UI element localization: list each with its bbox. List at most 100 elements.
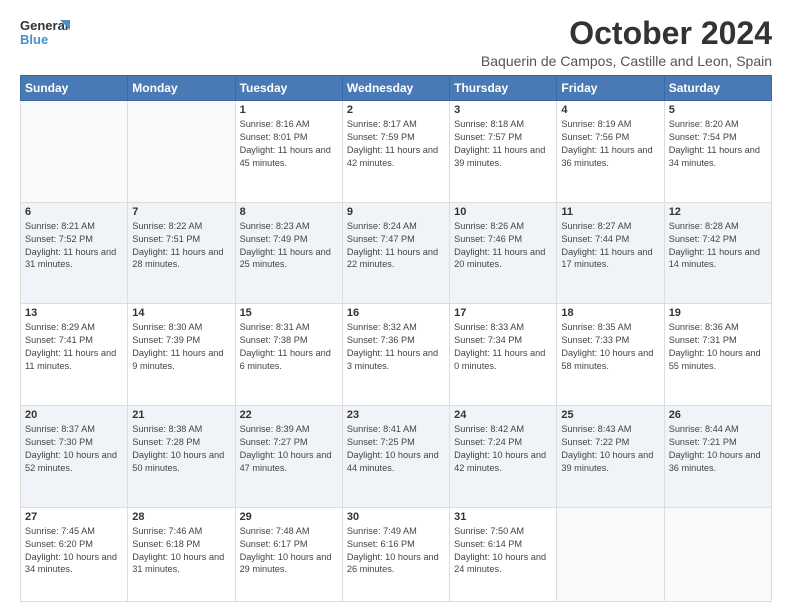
- day-cell: 11 Sunrise: 8:27 AM Sunset: 7:44 PM Dayli…: [557, 202, 664, 304]
- day-number: 30: [347, 511, 445, 523]
- day-detail: Sunrise: 8:26 AM Sunset: 7:46 PM Dayligh…: [454, 220, 552, 272]
- page: General Blue October 2024 Baquerin de Ca…: [0, 0, 792, 612]
- col-sunday: Sunday: [21, 76, 128, 101]
- day-number: 21: [132, 409, 230, 421]
- day-detail: Sunrise: 8:22 AM Sunset: 7:51 PM Dayligh…: [132, 220, 230, 272]
- day-number: 27: [25, 511, 123, 523]
- day-cell: 2Sunrise: 8:17 AM Sunset: 7:59 PM Daylig…: [342, 101, 449, 203]
- col-wednesday: Wednesday: [342, 76, 449, 101]
- day-number: 12: [669, 206, 767, 218]
- day-cell: 19Sunrise: 8:36 AM Sunset: 7:31 PM Dayli…: [664, 304, 771, 406]
- day-detail: Sunrise: 8:27 AM Sunset: 7:44 PM Dayligh…: [561, 220, 659, 272]
- day-cell: [557, 507, 664, 601]
- day-cell: 9Sunrise: 8:24 AM Sunset: 7:47 PM Daylig…: [342, 202, 449, 304]
- day-detail: Sunrise: 7:45 AM Sunset: 6:20 PM Dayligh…: [25, 525, 123, 577]
- day-cell: [21, 101, 128, 203]
- day-detail: Sunrise: 8:32 AM Sunset: 7:36 PM Dayligh…: [347, 321, 445, 373]
- day-number: 23: [347, 409, 445, 421]
- day-number: 24: [454, 409, 552, 421]
- day-detail: Sunrise: 8:42 AM Sunset: 7:24 PM Dayligh…: [454, 423, 552, 475]
- day-number: 22: [240, 409, 338, 421]
- day-number: 28: [132, 511, 230, 523]
- day-cell: 15 Sunrise: 8:31 AM Sunset: 7:38 PM Dayli…: [235, 304, 342, 406]
- day-cell: 17 Sunrise: 8:33 AM Sunset: 7:34 PM Dayli…: [450, 304, 557, 406]
- day-detail: Sunrise: 8:43 AM Sunset: 7:22 PM Dayligh…: [561, 423, 659, 475]
- day-cell: 1 Sunrise: 8:16 AM Sunset: 8:01 PM Daylig…: [235, 101, 342, 203]
- day-number: 14: [132, 307, 230, 319]
- day-detail: Sunrise: 7:48 AM Sunset: 6:17 PM Dayligh…: [240, 525, 338, 577]
- day-number: 20: [25, 409, 123, 421]
- day-cell: [664, 507, 771, 601]
- day-detail: Sunrise: 8:28 AM Sunset: 7:42 PM Dayligh…: [669, 220, 767, 272]
- day-number: 18: [561, 307, 659, 319]
- day-number: 25: [561, 409, 659, 421]
- day-number: 17: [454, 307, 552, 319]
- day-cell: 13Sunrise: 8:29 AM Sunset: 7:41 PM Dayli…: [21, 304, 128, 406]
- header: General Blue October 2024 Baquerin de Ca…: [20, 16, 772, 69]
- day-number: 15: [240, 307, 338, 319]
- week-row-4: 20Sunrise: 8:37 AM Sunset: 7:30 PM Dayli…: [21, 406, 772, 508]
- day-number: 26: [669, 409, 767, 421]
- day-cell: 25 Sunrise: 8:43 AM Sunset: 7:22 PM Dayli…: [557, 406, 664, 508]
- day-number: 1: [240, 104, 338, 116]
- day-cell: 21 Sunrise: 8:38 AM Sunset: 7:28 PM Dayli…: [128, 406, 235, 508]
- day-detail: Sunrise: 8:21 AM Sunset: 7:52 PM Dayligh…: [25, 220, 123, 272]
- day-detail: Sunrise: 8:44 AM Sunset: 7:21 PM Dayligh…: [669, 423, 767, 475]
- day-cell: 30Sunrise: 7:49 AM Sunset: 6:16 PM Dayli…: [342, 507, 449, 601]
- day-number: 2: [347, 104, 445, 116]
- day-number: 8: [240, 206, 338, 218]
- day-detail: Sunrise: 8:39 AM Sunset: 7:27 PM Dayligh…: [240, 423, 338, 475]
- day-detail: Sunrise: 8:23 AM Sunset: 7:49 PM Dayligh…: [240, 220, 338, 272]
- day-cell: 16 Sunrise: 8:32 AM Sunset: 7:36 PM Dayli…: [342, 304, 449, 406]
- logo-svg: General Blue: [20, 16, 70, 52]
- day-detail: Sunrise: 8:20 AM Sunset: 7:54 PM Dayligh…: [669, 118, 767, 170]
- day-detail: Sunrise: 7:46 AM Sunset: 6:18 PM Dayligh…: [132, 525, 230, 577]
- location-title: Baquerin de Campos, Castille and Leon, S…: [481, 53, 772, 69]
- day-detail: Sunrise: 8:16 AM Sunset: 8:01 PM Dayligh…: [240, 118, 338, 170]
- logo: General Blue: [20, 16, 70, 52]
- day-detail: Sunrise: 8:31 AM Sunset: 7:38 PM Dayligh…: [240, 321, 338, 373]
- day-cell: 5 Sunrise: 8:20 AM Sunset: 7:54 PM Daylig…: [664, 101, 771, 203]
- day-detail: Sunrise: 7:50 AM Sunset: 6:14 PM Dayligh…: [454, 525, 552, 577]
- col-saturday: Saturday: [664, 76, 771, 101]
- week-row-2: 6 Sunrise: 8:21 AM Sunset: 7:52 PM Daylig…: [21, 202, 772, 304]
- day-detail: Sunrise: 8:33 AM Sunset: 7:34 PM Dayligh…: [454, 321, 552, 373]
- day-cell: 26 Sunrise: 8:44 AM Sunset: 7:21 PM Dayli…: [664, 406, 771, 508]
- day-cell: 8 Sunrise: 8:23 AM Sunset: 7:49 PM Daylig…: [235, 202, 342, 304]
- day-number: 9: [347, 206, 445, 218]
- day-number: 16: [347, 307, 445, 319]
- day-cell: [128, 101, 235, 203]
- day-cell: 27 Sunrise: 7:45 AM Sunset: 6:20 PM Dayli…: [21, 507, 128, 601]
- week-row-5: 27 Sunrise: 7:45 AM Sunset: 6:20 PM Dayli…: [21, 507, 772, 601]
- day-cell: 6 Sunrise: 8:21 AM Sunset: 7:52 PM Daylig…: [21, 202, 128, 304]
- day-cell: 14 Sunrise: 8:30 AM Sunset: 7:39 PM Dayli…: [128, 304, 235, 406]
- calendar-header-row: Sunday Monday Tuesday Wednesday Thursday…: [21, 76, 772, 101]
- calendar-table: Sunday Monday Tuesday Wednesday Thursday…: [20, 75, 772, 602]
- day-cell: 3Sunrise: 8:18 AM Sunset: 7:57 PM Daylig…: [450, 101, 557, 203]
- day-cell: 29 Sunrise: 7:48 AM Sunset: 6:17 PM Dayli…: [235, 507, 342, 601]
- week-row-1: 1 Sunrise: 8:16 AM Sunset: 8:01 PM Daylig…: [21, 101, 772, 203]
- day-number: 4: [561, 104, 659, 116]
- day-number: 6: [25, 206, 123, 218]
- day-number: 31: [454, 511, 552, 523]
- day-cell: 31 Sunrise: 7:50 AM Sunset: 6:14 PM Dayli…: [450, 507, 557, 601]
- col-monday: Monday: [128, 76, 235, 101]
- day-cell: 23Sunrise: 8:41 AM Sunset: 7:25 PM Dayli…: [342, 406, 449, 508]
- day-number: 29: [240, 511, 338, 523]
- day-detail: Sunrise: 8:38 AM Sunset: 7:28 PM Dayligh…: [132, 423, 230, 475]
- title-block: October 2024 Baquerin de Campos, Castill…: [481, 16, 772, 69]
- day-cell: 10Sunrise: 8:26 AM Sunset: 7:46 PM Dayli…: [450, 202, 557, 304]
- day-number: 5: [669, 104, 767, 116]
- day-number: 11: [561, 206, 659, 218]
- day-number: 7: [132, 206, 230, 218]
- day-cell: 18Sunrise: 8:35 AM Sunset: 7:33 PM Dayli…: [557, 304, 664, 406]
- svg-text:Blue: Blue: [20, 32, 48, 47]
- day-number: 3: [454, 104, 552, 116]
- day-detail: Sunrise: 8:30 AM Sunset: 7:39 PM Dayligh…: [132, 321, 230, 373]
- day-cell: 7 Sunrise: 8:22 AM Sunset: 7:51 PM Daylig…: [128, 202, 235, 304]
- col-thursday: Thursday: [450, 76, 557, 101]
- day-detail: Sunrise: 8:29 AM Sunset: 7:41 PM Dayligh…: [25, 321, 123, 373]
- day-cell: 28 Sunrise: 7:46 AM Sunset: 6:18 PM Dayli…: [128, 507, 235, 601]
- week-row-3: 13Sunrise: 8:29 AM Sunset: 7:41 PM Dayli…: [21, 304, 772, 406]
- day-cell: 22 Sunrise: 8:39 AM Sunset: 7:27 PM Dayli…: [235, 406, 342, 508]
